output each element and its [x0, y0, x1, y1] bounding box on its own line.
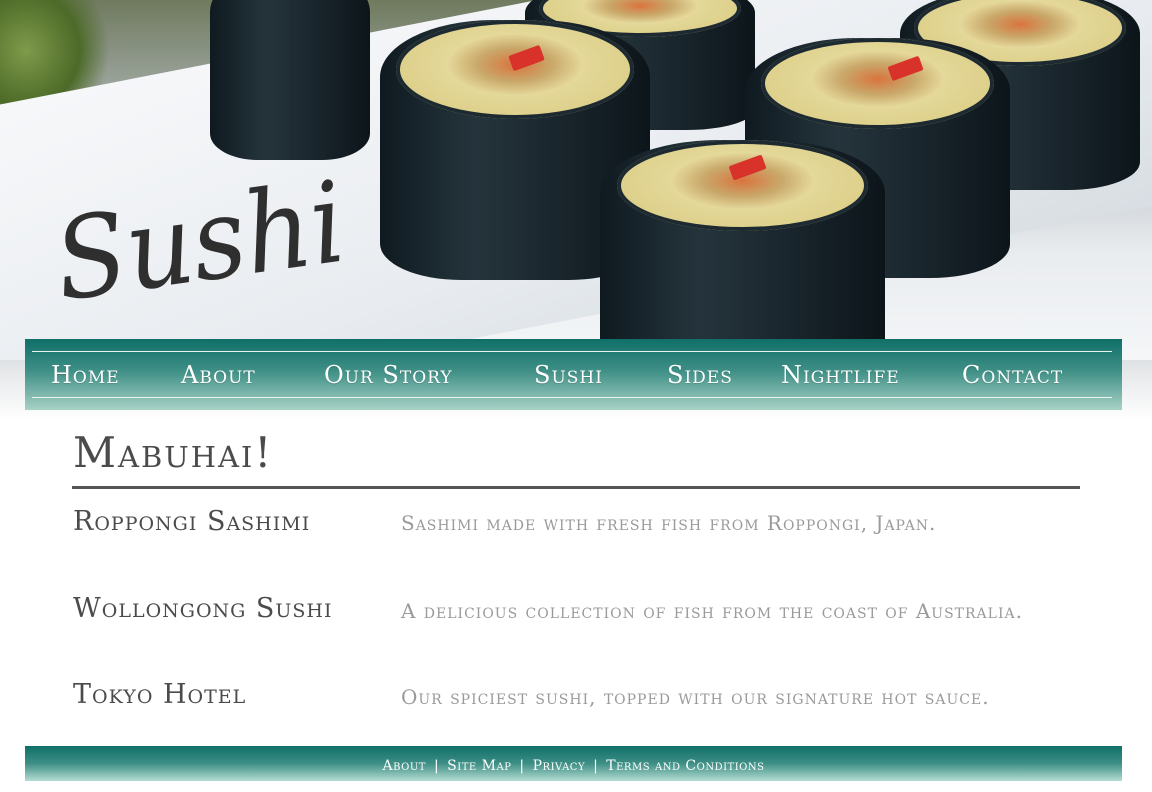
menu-item-name: Roppongi Sashimi [73, 506, 311, 537]
nav-item-about[interactable]: About [181, 349, 256, 393]
nav-item-our-story[interactable]: Our Story [324, 349, 453, 393]
hero-image: Sushi [0, 0, 1152, 360]
footer-separator: | [433, 758, 440, 774]
footer-link-about[interactable]: About [383, 758, 426, 774]
footer-separator: | [519, 758, 525, 774]
sushi-logo: Sushi [52, 170, 353, 320]
nav-item-sides[interactable]: Sides [667, 349, 733, 393]
menu-item-name: Wollongong Sushi [73, 593, 333, 624]
sushi-roll [600, 140, 885, 360]
nav-bottom-rule [32, 397, 1112, 398]
nav-item-nightlife[interactable]: Nightlife [781, 349, 900, 393]
logo-text: Sushi [52, 170, 353, 320]
menu-item-description: Sashimi made with fresh fish from Roppon… [401, 511, 937, 535]
nav-item-contact[interactable]: Contact [962, 349, 1063, 393]
footer-link-privacy[interactable]: Privacy [533, 758, 585, 774]
nav-item-home[interactable]: Home [51, 349, 120, 393]
menu-item-description: Our spiciest sushi, topped with our sign… [401, 685, 990, 709]
page-title: Mabuhai! [73, 428, 274, 477]
footer-link-site-map[interactable]: Site Map [447, 758, 511, 774]
menu-item-name: Tokyo Hotel [73, 679, 247, 710]
footer-link-terms[interactable]: Terms and Conditions [606, 758, 764, 774]
title-divider [72, 486, 1080, 489]
menu-item-description: A delicious collection of fish from the … [401, 599, 1023, 623]
sushi-roll [210, 0, 370, 160]
main-nav: Home About Our Story Sushi Sides Nightli… [25, 339, 1122, 410]
footer-separator: | [593, 758, 599, 774]
footer: About | Site Map | Privacy | Terms and Conditi… [25, 746, 1122, 781]
nav-item-sushi[interactable]: Sushi [534, 349, 603, 393]
